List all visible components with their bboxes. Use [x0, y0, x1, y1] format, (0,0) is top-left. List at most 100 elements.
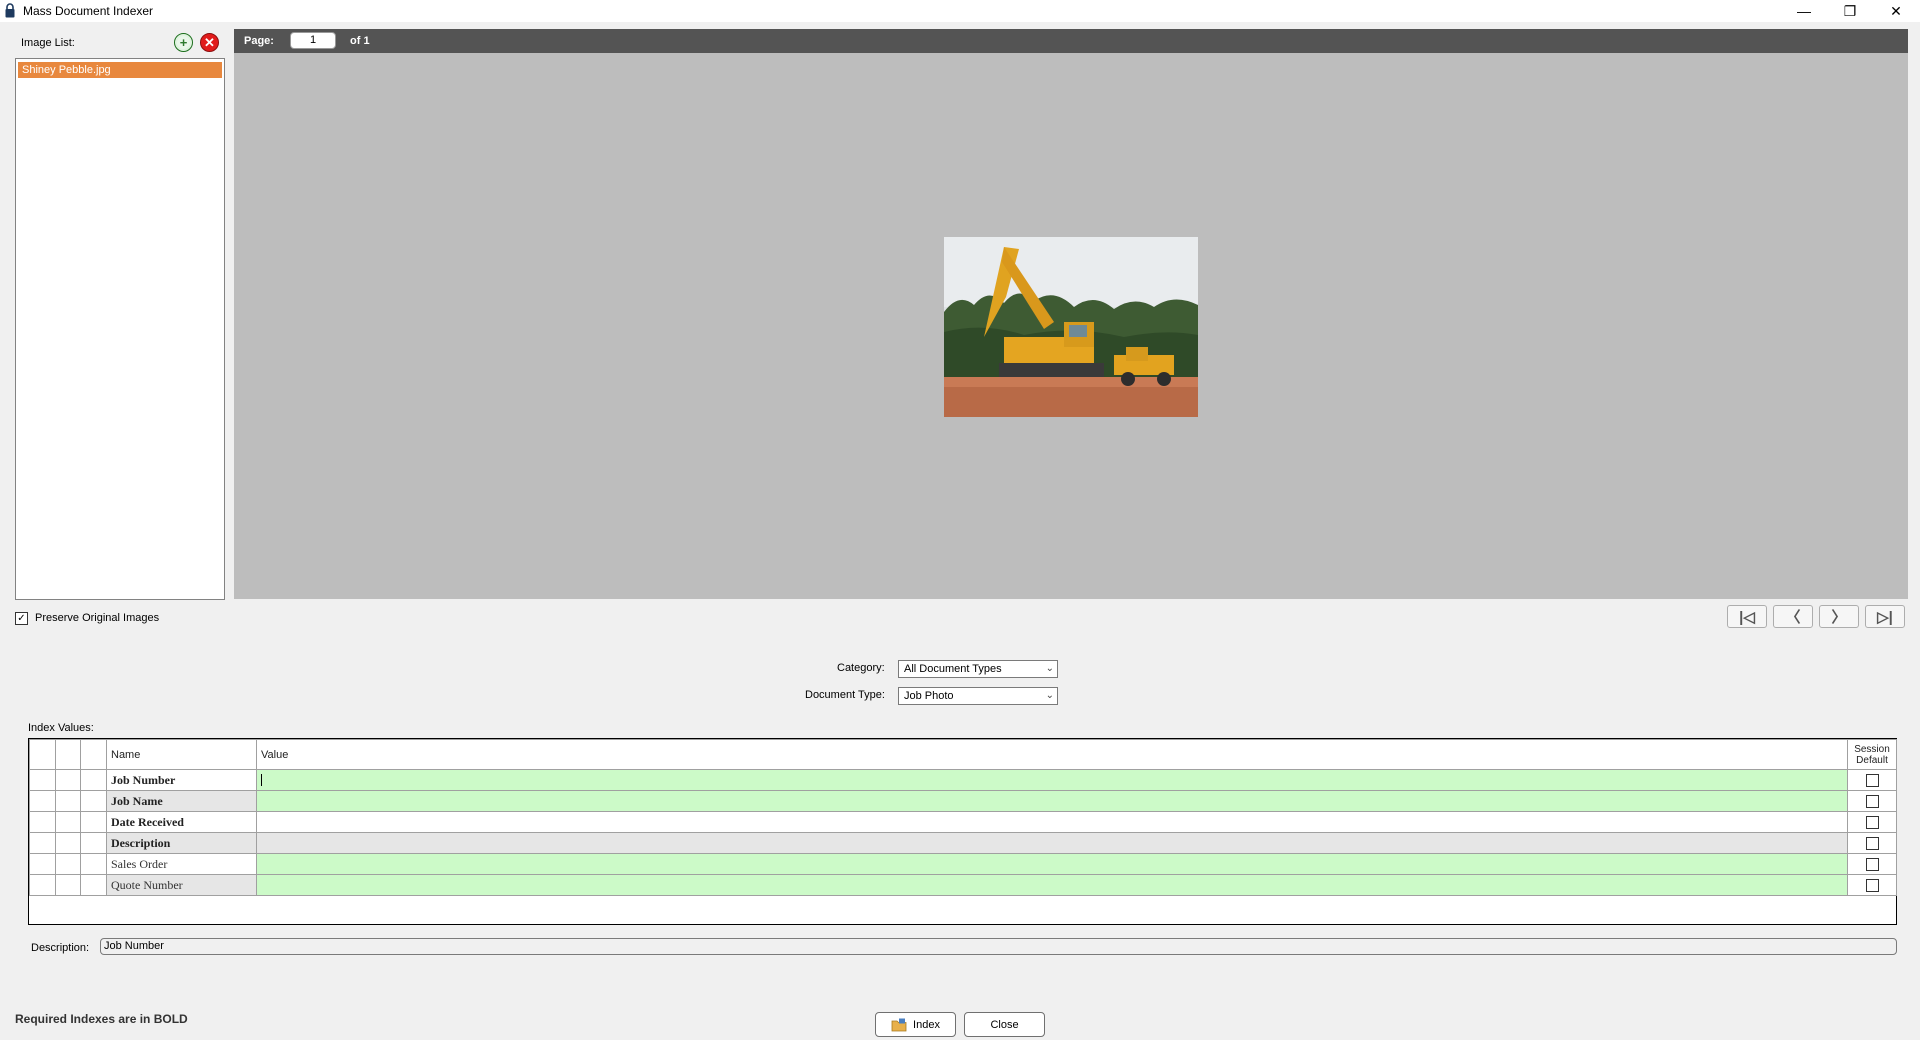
- row-gutter: [80, 874, 107, 896]
- category-select[interactable]: All Document Types ⌄: [898, 660, 1058, 678]
- row-gutter: [55, 769, 81, 791]
- table-row[interactable]: Quote Number: [29, 874, 1897, 896]
- restore-button[interactable]: ❐: [1827, 0, 1873, 22]
- minimize-button[interactable]: —: [1781, 0, 1827, 22]
- table-row[interactable]: Description: [29, 832, 1897, 854]
- index-value-input[interactable]: [256, 832, 1848, 854]
- restore-icon: ❐: [1843, 2, 1857, 19]
- row-gutter: [80, 832, 107, 854]
- preserve-label: Preserve Original Images: [35, 612, 160, 624]
- index-name: Job Name: [106, 790, 257, 812]
- session-default-checkbox[interactable]: [1865, 794, 1879, 808]
- description-field: Job Number: [100, 938, 1897, 955]
- session-default-cell[interactable]: [1847, 790, 1897, 812]
- row-gutter: [55, 811, 81, 833]
- row-gutter: [80, 769, 107, 791]
- first-page-icon: |◁: [1739, 608, 1755, 626]
- row-gutter: [55, 853, 81, 875]
- image-list-item[interactable]: Shiney Pebble.jpg: [18, 62, 222, 78]
- column-header-session-default[interactable]: Session Default: [1847, 739, 1897, 770]
- image-viewer[interactable]: Page: 1 of 1: [234, 29, 1908, 599]
- close-icon: ✕: [1890, 2, 1902, 19]
- row-gutter: [80, 790, 107, 812]
- text-cursor: [261, 774, 262, 787]
- chevron-down-icon: ⌄: [1045, 663, 1054, 674]
- title-bar: Mass Document Indexer — ❐ ✕: [0, 0, 1920, 22]
- session-default-cell[interactable]: [1847, 769, 1897, 791]
- index-value-input[interactable]: [256, 811, 1848, 833]
- session-default-cell[interactable]: [1847, 853, 1897, 875]
- session-default-checkbox[interactable]: [1865, 857, 1879, 871]
- first-page-button[interactable]: |◁: [1727, 605, 1767, 628]
- remove-image-button[interactable]: ✕: [200, 33, 219, 52]
- image-list-label: Image List:: [21, 37, 75, 49]
- minimize-icon: —: [1797, 3, 1811, 19]
- chevron-left-icon: 〈: [1785, 609, 1801, 626]
- grid-header-gutter: [80, 739, 107, 770]
- window-title: Mass Document Indexer: [23, 4, 154, 18]
- grid-header-row: Name Value Session Default: [29, 739, 1897, 770]
- index-value-input[interactable]: [256, 874, 1848, 896]
- next-page-button[interactable]: 〉: [1819, 605, 1859, 628]
- close-button-label: Close: [990, 1018, 1019, 1031]
- index-values-grid[interactable]: Name Value Session Default Job Number Job…: [28, 738, 1897, 925]
- page-label: Page:: [244, 35, 274, 47]
- index-folder-icon: [891, 1018, 907, 1031]
- row-gutter: [29, 832, 56, 854]
- last-page-icon: ▷|: [1877, 608, 1893, 626]
- preserve-checkbox[interactable]: ✓: [15, 612, 28, 625]
- row-gutter: [29, 811, 56, 833]
- column-header-name[interactable]: Name: [106, 739, 257, 770]
- image-list[interactable]: Shiney Pebble.jpg: [15, 58, 225, 600]
- add-image-button[interactable]: +: [174, 33, 193, 52]
- chevron-right-icon: 〉: [1831, 609, 1847, 626]
- row-gutter: [55, 790, 81, 812]
- category-value: All Document Types: [904, 663, 1002, 675]
- index-button-label: Index: [913, 1018, 940, 1031]
- row-gutter: [29, 874, 56, 896]
- category-label: Category:: [837, 662, 885, 674]
- session-default-cell[interactable]: [1847, 811, 1897, 833]
- index-name: Sales Order: [106, 853, 257, 875]
- session-default-checkbox[interactable]: [1865, 878, 1879, 892]
- chevron-down-icon: ⌄: [1045, 690, 1054, 701]
- index-value-input[interactable]: [256, 790, 1848, 812]
- table-row[interactable]: Sales Order: [29, 853, 1897, 875]
- index-value-input[interactable]: [256, 769, 1848, 791]
- index-button[interactable]: Index: [875, 1012, 956, 1037]
- index-value-input[interactable]: [256, 853, 1848, 875]
- page-input[interactable]: 1: [290, 32, 336, 49]
- grid-header-gutter: [29, 739, 56, 770]
- index-values-label: Index Values:: [28, 722, 94, 734]
- column-header-value[interactable]: Value: [256, 739, 1848, 770]
- last-page-button[interactable]: ▷|: [1865, 605, 1905, 628]
- session-default-checkbox[interactable]: [1865, 773, 1879, 787]
- session-default-checkbox[interactable]: [1865, 836, 1879, 850]
- required-note: Required Indexes are in BOLD: [15, 1012, 188, 1026]
- close-button[interactable]: Close: [964, 1012, 1045, 1037]
- previous-page-button[interactable]: 〈: [1773, 605, 1813, 628]
- plus-icon: +: [179, 35, 188, 50]
- row-gutter: [80, 853, 107, 875]
- row-gutter: [55, 874, 81, 896]
- viewer-toolbar: Page: 1 of 1: [234, 29, 1908, 53]
- table-row[interactable]: Job Name: [29, 790, 1897, 812]
- table-row[interactable]: Date Received: [29, 811, 1897, 833]
- session-default-cell[interactable]: [1847, 874, 1897, 896]
- close-window-button[interactable]: ✕: [1873, 0, 1919, 22]
- table-row[interactable]: Job Number: [29, 769, 1897, 791]
- lock-icon: [5, 3, 15, 18]
- session-default-line1: Session: [1854, 743, 1890, 755]
- row-gutter: [29, 853, 56, 875]
- index-name: Description: [106, 832, 257, 854]
- row-gutter: [55, 832, 81, 854]
- session-default-checkbox[interactable]: [1865, 815, 1879, 829]
- index-name: Date Received: [106, 811, 257, 833]
- grid-header-gutter: [55, 739, 81, 770]
- document-type-value: Job Photo: [904, 690, 954, 702]
- document-image: [944, 237, 1198, 417]
- document-type-select[interactable]: Job Photo ⌄: [898, 687, 1058, 705]
- page-count: of 1: [350, 35, 370, 47]
- session-default-cell[interactable]: [1847, 832, 1897, 854]
- row-gutter: [80, 811, 107, 833]
